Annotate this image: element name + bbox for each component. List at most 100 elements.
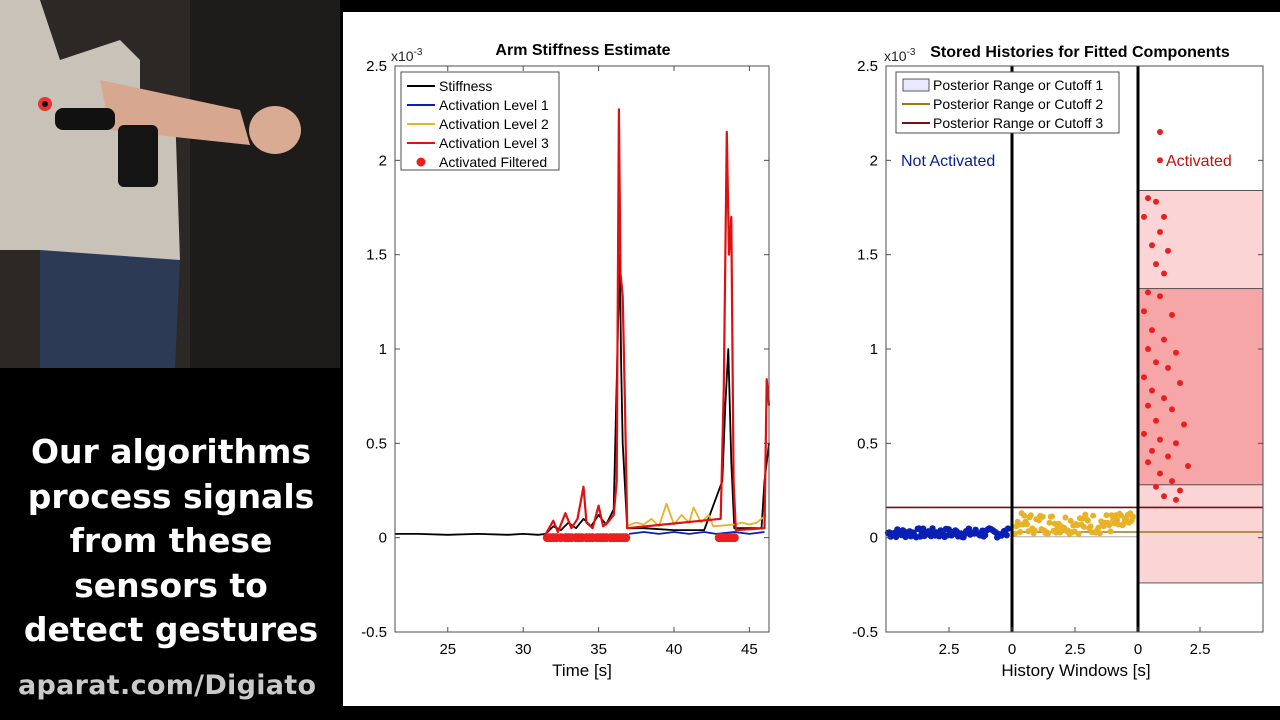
watermark-text: aparat.com/Digiato bbox=[18, 670, 317, 701]
x-axis-label: Time [s] bbox=[552, 661, 612, 680]
level-2-point bbox=[1062, 514, 1069, 521]
legend-swatch bbox=[416, 157, 426, 167]
activated-point bbox=[1165, 453, 1171, 460]
chart-title: Arm Stiffness Estimate bbox=[495, 42, 670, 59]
legend-entry: Posterior Range or Cutoff 1 bbox=[933, 77, 1103, 93]
level-2-point bbox=[1075, 530, 1082, 537]
level-2-point bbox=[1017, 529, 1024, 535]
exponent-label: x10-3 bbox=[391, 47, 423, 64]
activated-point bbox=[1153, 417, 1159, 424]
x-tick-label: 2.5 bbox=[1065, 641, 1086, 658]
activated-point bbox=[1169, 406, 1175, 413]
activated-point bbox=[1169, 312, 1175, 318]
level-2-point bbox=[1080, 523, 1087, 530]
activated-filtered-point bbox=[621, 533, 631, 543]
level-2-point bbox=[1087, 523, 1094, 530]
level-2-point bbox=[1103, 512, 1110, 519]
sensor-demo-photo bbox=[0, 0, 340, 368]
activated-point bbox=[1181, 421, 1187, 428]
legend: Stiffness Activation Level 1 Activation Le… bbox=[400, 71, 560, 171]
chart-title: Stored Histories for Fitted Components bbox=[930, 44, 1230, 61]
level-2-point bbox=[1031, 527, 1038, 534]
activated-point bbox=[1145, 459, 1151, 466]
activated-point bbox=[1145, 195, 1151, 202]
activated-point bbox=[1177, 380, 1183, 386]
y-tick-label: -0.5 bbox=[361, 624, 387, 641]
y-tick-label: -0.5 bbox=[852, 624, 878, 641]
level-2-point bbox=[1049, 513, 1056, 520]
legend-entry: Activated Filtered bbox=[439, 154, 547, 170]
activated-label: Activated bbox=[1166, 153, 1232, 170]
activated-point bbox=[1161, 270, 1167, 277]
x-tick-label: 45 bbox=[741, 641, 758, 658]
level-2-point bbox=[1045, 530, 1052, 537]
level-2-point bbox=[1107, 528, 1114, 535]
activated-point bbox=[1161, 336, 1167, 343]
activated-point bbox=[1165, 247, 1171, 254]
activated-point bbox=[1157, 129, 1163, 135]
posterior-band bbox=[1137, 288, 1264, 486]
activated-point bbox=[1177, 487, 1183, 494]
activated-point bbox=[1161, 493, 1167, 500]
activated-filtered-point bbox=[729, 533, 739, 543]
y-tick-label: 2.5 bbox=[366, 58, 387, 75]
x-tick-label: 40 bbox=[666, 641, 683, 658]
y-tick-label: 0.5 bbox=[857, 435, 878, 452]
activated-point bbox=[1157, 229, 1163, 235]
activated-point bbox=[1153, 198, 1159, 205]
legend-entry: Posterior Range or Cutoff 2 bbox=[933, 96, 1103, 112]
activated-point bbox=[1153, 261, 1159, 268]
x-tick-label: 30 bbox=[515, 641, 532, 658]
activated-point bbox=[1173, 440, 1179, 447]
activated-point bbox=[1161, 395, 1167, 402]
legend-entry: Posterior Range or Cutoff 3 bbox=[933, 115, 1103, 131]
activated-point bbox=[1149, 327, 1155, 334]
activated-point bbox=[1185, 463, 1191, 469]
legend-entry: Activation Level 2 bbox=[439, 116, 549, 132]
activated-point bbox=[1141, 213, 1147, 220]
activated-point bbox=[1145, 402, 1151, 409]
y-tick-label: 2 bbox=[379, 152, 387, 169]
activated-point bbox=[1157, 157, 1163, 164]
level-2-point bbox=[1027, 512, 1034, 519]
activated-point bbox=[1165, 364, 1171, 371]
level-2-point bbox=[1096, 530, 1103, 537]
caption-text: Our algorithms process signals from thes… bbox=[23, 432, 319, 649]
legend-swatch bbox=[902, 78, 930, 92]
y-tick-label: 0 bbox=[379, 530, 387, 547]
activated-point bbox=[1145, 289, 1151, 296]
activated-point bbox=[1173, 349, 1179, 356]
series-line-activation-level-1 bbox=[628, 531, 765, 535]
x-tick-label: 0 bbox=[1134, 641, 1142, 658]
chart-panel: Arm Stiffness Estimate x10-3 -0.5 0 0.5 1 1.… bbox=[343, 12, 1280, 706]
x-tick-label: 25 bbox=[439, 641, 456, 658]
x-tick-label: 0 bbox=[1008, 641, 1016, 658]
x-tick-label: 2.5 bbox=[1190, 641, 1211, 658]
activated-point bbox=[1161, 213, 1167, 220]
stored-histories-chart: Stored Histories for Fitted Components x… bbox=[852, 44, 1264, 680]
activated-point bbox=[1157, 436, 1163, 443]
arm-stiffness-chart: Arm Stiffness Estimate x10-3 -0.5 0 0.5 1 1.… bbox=[361, 42, 771, 680]
level-2-point bbox=[1106, 522, 1113, 529]
activated-point bbox=[1157, 470, 1163, 477]
exponent-label: x10-3 bbox=[884, 47, 916, 64]
series-line-activation-level-3 bbox=[544, 108, 771, 535]
activated-point bbox=[1157, 293, 1163, 300]
y-tick-label: 0 bbox=[870, 530, 878, 547]
not-activated-point bbox=[1003, 532, 1010, 539]
level-2-point bbox=[1023, 521, 1030, 528]
series-line-activation-level-2 bbox=[625, 502, 767, 528]
activated-point bbox=[1141, 374, 1147, 381]
y-tick-label: 2 bbox=[870, 152, 878, 169]
activated-point bbox=[1169, 478, 1175, 485]
x-tick-label: 35 bbox=[590, 641, 607, 658]
activated-point bbox=[1153, 359, 1159, 366]
activated-point bbox=[1153, 483, 1159, 490]
y-tick-label: 1 bbox=[870, 341, 878, 358]
y-tick-label: 1.5 bbox=[366, 247, 387, 264]
level-2-point bbox=[1039, 513, 1046, 520]
not-activated-point bbox=[1004, 525, 1012, 532]
legend-entry: Activation Level 3 bbox=[439, 135, 549, 151]
y-tick-label: 1.5 bbox=[857, 247, 878, 264]
legend-entry: Stiffness bbox=[439, 78, 492, 94]
